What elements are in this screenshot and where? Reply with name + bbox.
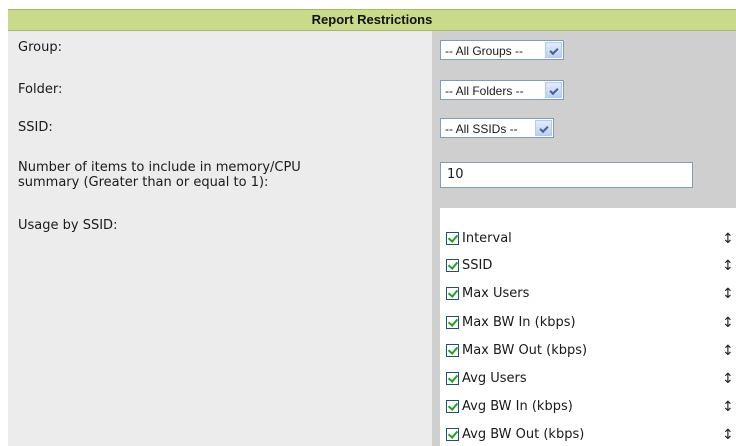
ssid-select[interactable]: -- All SSIDs -- [440, 118, 554, 138]
list-item[interactable]: Avg BW Out (kbps) ↕ [446, 426, 736, 446]
drag-handle-icon[interactable]: ↕ [722, 398, 734, 416]
group-select-value: -- All Groups -- [445, 44, 524, 58]
items-count-input[interactable]: 10 [440, 162, 693, 188]
list-item-label: Avg Users [462, 371, 527, 386]
list-item-label: Avg BW Out (kbps) [462, 427, 585, 442]
list-item[interactable]: SSID ↕ [446, 257, 736, 277]
list-item-label: SSID [462, 258, 493, 273]
checkbox-checked-icon[interactable] [446, 344, 459, 357]
folder-label: Folder: [18, 82, 63, 97]
drag-handle-icon[interactable]: ↕ [722, 314, 734, 332]
list-item-label: Max BW In (kbps) [462, 315, 576, 330]
list-item[interactable]: Interval ↕ [446, 230, 736, 250]
checkbox-checked-icon[interactable] [446, 400, 459, 413]
section-header: Report Restrictions [8, 9, 736, 31]
list-item[interactable]: Max BW In (kbps) ↕ [446, 314, 736, 334]
ssid-label: SSID: [18, 120, 53, 135]
drag-handle-icon[interactable]: ↕ [722, 230, 734, 248]
checkbox-checked-icon[interactable] [446, 287, 459, 300]
checkbox-checked-icon[interactable] [446, 232, 459, 245]
chevron-down-icon[interactable] [545, 82, 562, 98]
list-item[interactable]: Avg BW In (kbps) ↕ [446, 398, 736, 418]
checkbox-checked-icon[interactable] [446, 259, 459, 272]
checkbox-checked-icon[interactable] [446, 372, 459, 385]
checkbox-checked-icon[interactable] [446, 428, 459, 441]
checkbox-checked-icon[interactable] [446, 316, 459, 329]
items-label: Number of items to include in memory/CPU… [18, 160, 301, 190]
list-item-label: Max Users [462, 286, 530, 301]
drag-handle-icon[interactable]: ↕ [722, 426, 734, 444]
list-item[interactable]: Max Users ↕ [446, 285, 736, 305]
drag-handle-icon[interactable]: ↕ [722, 342, 734, 360]
usage-by-ssid-label: Usage by SSID: [18, 218, 118, 233]
drag-handle-icon[interactable]: ↕ [722, 257, 734, 275]
list-item[interactable]: Max BW Out (kbps) ↕ [446, 342, 736, 362]
items-label-line1: Number of items to include in memory/CPU [18, 160, 301, 175]
group-select[interactable]: -- All Groups -- [440, 40, 564, 60]
list-item-label: Interval [462, 231, 512, 246]
drag-handle-icon[interactable]: ↕ [722, 370, 734, 388]
report-restrictions-panel: Report Restrictions Group: -- All Groups… [0, 0, 736, 446]
folder-select-value: -- All Folders -- [445, 84, 524, 98]
list-item[interactable]: Avg Users ↕ [446, 370, 736, 390]
labels-column [8, 31, 432, 446]
group-label: Group: [18, 40, 62, 55]
ssid-select-value: -- All SSIDs -- [445, 122, 518, 136]
list-item-label: Avg BW In (kbps) [462, 399, 573, 414]
chevron-down-icon[interactable] [545, 42, 562, 58]
drag-handle-icon[interactable]: ↕ [722, 285, 734, 303]
items-label-line2: summary (Greater than or equal to 1): [18, 175, 269, 190]
list-item-label: Max BW Out (kbps) [462, 343, 588, 358]
folder-select[interactable]: -- All Folders -- [440, 80, 564, 100]
chevron-down-icon[interactable] [535, 120, 552, 136]
usage-columns-list: Interval ↕ SSID ↕ Max Users ↕ Max BW In … [440, 208, 736, 446]
